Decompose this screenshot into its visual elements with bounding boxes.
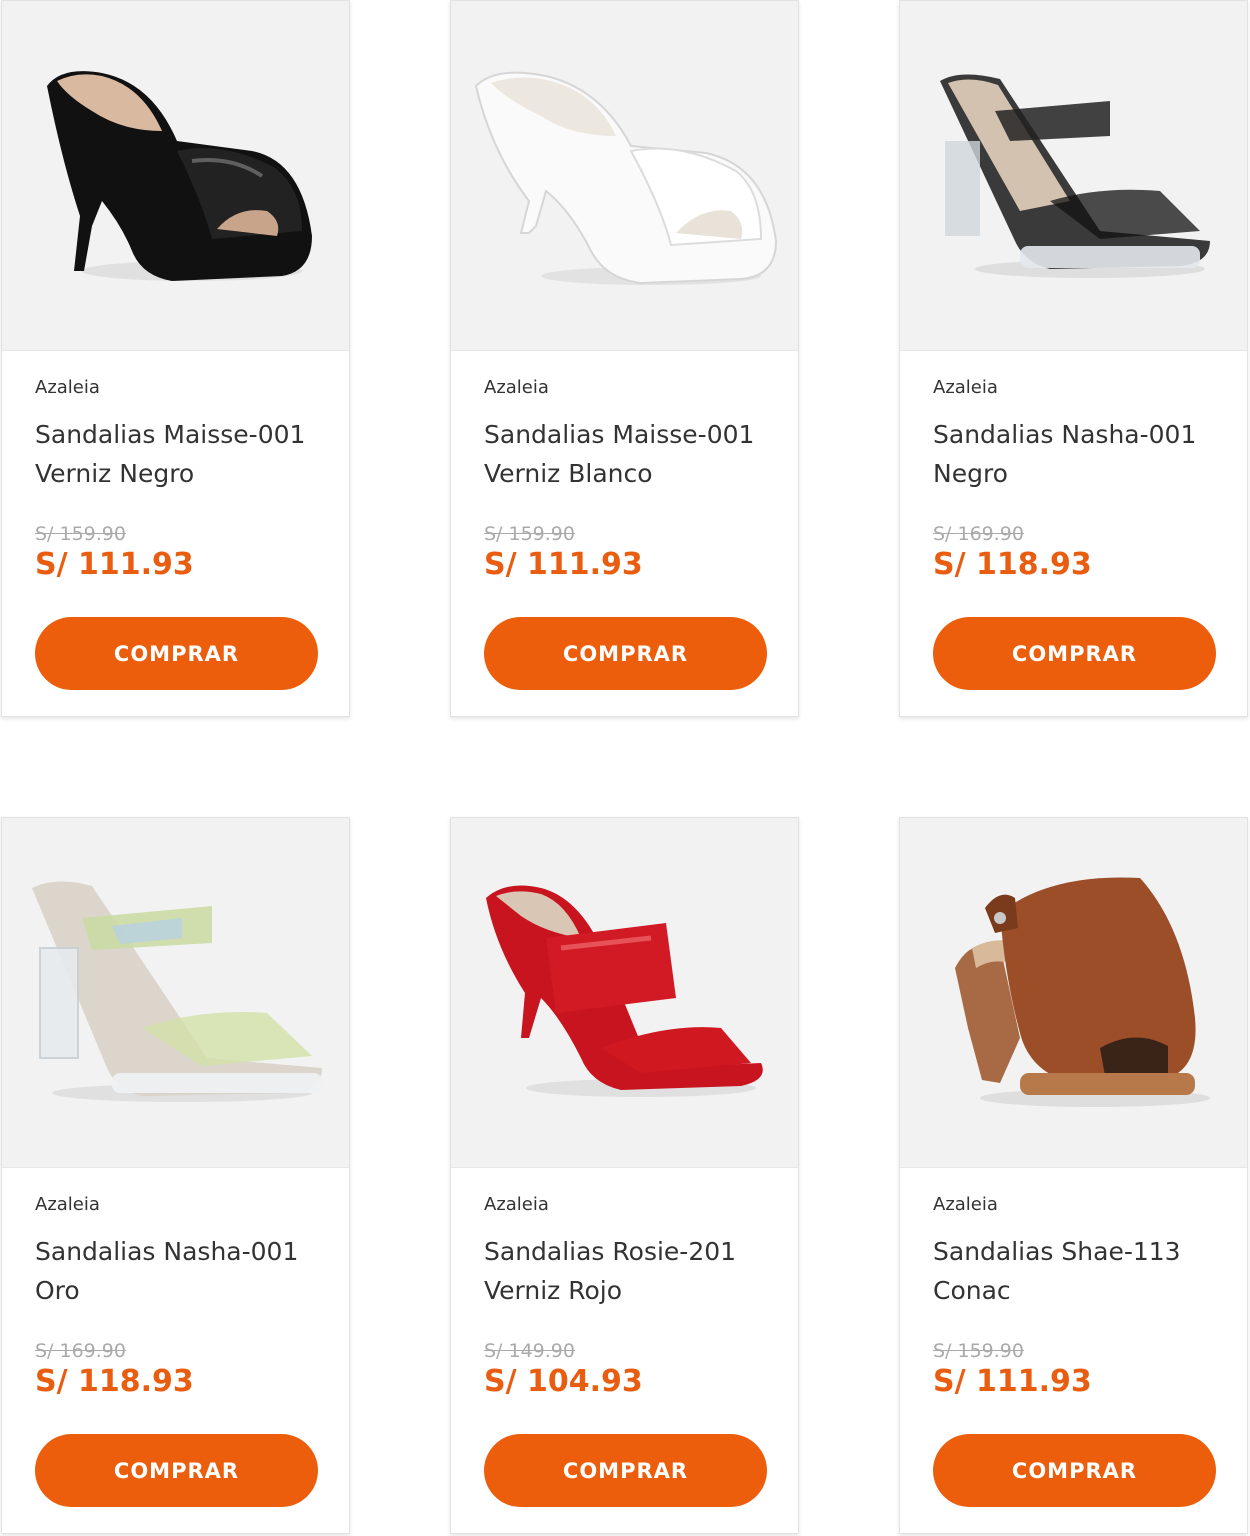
product-old-price: S/ 159.90: [484, 523, 575, 545]
buy-button[interactable]: COMPRAR: [35, 1434, 318, 1507]
product-brand: Azaleia: [933, 377, 998, 398]
product-old-price: S/ 169.90: [35, 1340, 126, 1362]
product-image[interactable]: [2, 1, 349, 351]
product-brand: Azaleia: [35, 1194, 100, 1215]
product-old-price: S/ 169.90: [933, 523, 1024, 545]
product-grid: Azaleia Sandalias Maisse-001 Verniz Negr…: [0, 0, 1250, 1536]
product-old-price: S/ 159.90: [35, 523, 126, 545]
brown-leather-peep-toe-bootie-icon: [955, 877, 1210, 1107]
product-price: S/ 118.93: [35, 1364, 194, 1399]
product-name[interactable]: Sandalias Shae-113 Conac: [933, 1232, 1233, 1310]
product-brand: Azaleia: [484, 377, 549, 398]
product-card[interactable]: Azaleia Sandalias Nasha-001 Oro S/ 169.9…: [1, 817, 350, 1534]
product-card[interactable]: Azaleia Sandalias Rosie-201 Verniz Rojo …: [450, 817, 799, 1534]
product-name[interactable]: Sandalias Maisse-001 Verniz Blanco: [484, 415, 784, 493]
product-card[interactable]: Azaleia Sandalias Maisse-001 Verniz Negr…: [1, 0, 350, 717]
black-patent-mule-heel-icon: [47, 71, 312, 282]
product-price: S/ 104.93: [484, 1364, 643, 1399]
product-price: S/ 111.93: [484, 547, 643, 582]
product-old-price: S/ 149.90: [484, 1340, 575, 1362]
buy-button[interactable]: COMPRAR: [933, 617, 1216, 690]
product-name[interactable]: Sandalias Nasha-001 Oro: [35, 1232, 335, 1310]
product-price: S/ 118.93: [933, 547, 1092, 582]
buy-button[interactable]: COMPRAR: [484, 1434, 767, 1507]
product-price: S/ 111.93: [35, 547, 194, 582]
buy-button[interactable]: COMPRAR: [35, 617, 318, 690]
product-brand: Azaleia: [484, 1194, 549, 1215]
product-price: S/ 111.93: [933, 1364, 1092, 1399]
product-name[interactable]: Sandalias Rosie-201 Verniz Rojo: [484, 1232, 784, 1310]
iridescent-clear-block-heel-sandal-icon: [32, 881, 322, 1102]
product-brand: Azaleia: [933, 1194, 998, 1215]
product-brand: Azaleia: [35, 377, 100, 398]
product-card[interactable]: Azaleia Sandalias Maisse-001 Verniz Blan…: [450, 0, 799, 717]
product-image[interactable]: [451, 818, 798, 1168]
red-patent-strappy-heel-icon: [486, 885, 763, 1097]
product-card[interactable]: Azaleia Sandalias Shae-113 Conac S/ 159.…: [899, 817, 1248, 1534]
black-clear-block-heel-sandal-icon: [940, 74, 1210, 278]
buy-button[interactable]: COMPRAR: [933, 1434, 1216, 1507]
product-name[interactable]: Sandalias Maisse-001 Verniz Negro: [35, 415, 335, 493]
product-image[interactable]: [900, 818, 1247, 1168]
product-image[interactable]: [2, 818, 349, 1168]
product-card[interactable]: Azaleia Sandalias Nasha-001 Negro S/ 169…: [899, 0, 1248, 717]
product-image[interactable]: [900, 1, 1247, 351]
white-patent-mule-heel-icon: [474, 71, 778, 285]
product-old-price: S/ 159.90: [933, 1340, 1024, 1362]
product-name[interactable]: Sandalias Nasha-001 Negro: [933, 415, 1233, 493]
product-image[interactable]: [451, 1, 798, 351]
buy-button[interactable]: COMPRAR: [484, 617, 767, 690]
